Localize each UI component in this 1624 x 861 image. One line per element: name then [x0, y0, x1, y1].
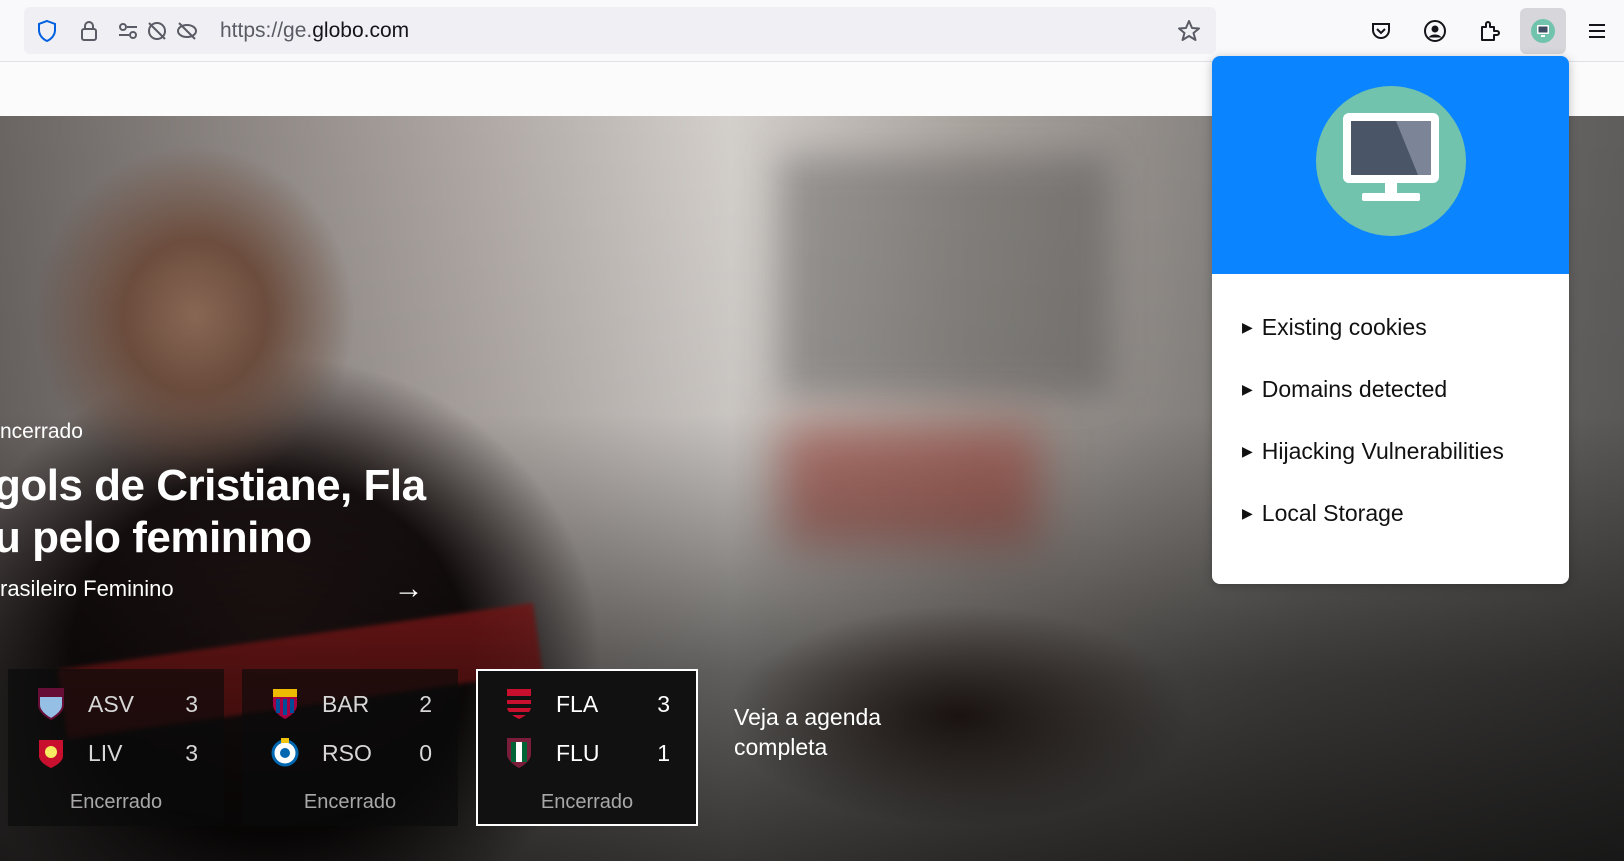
match-status: Encerrado [303, 791, 397, 813]
team-score: 1 [657, 739, 670, 766]
team-row-away: LIV 3 [8, 733, 224, 773]
team-abbr: FLU [556, 739, 600, 766]
team-row-home: FLA 3 [478, 684, 696, 724]
flamengo-crest-icon [504, 687, 534, 721]
menu-item-label: Domains detected [1261, 375, 1448, 402]
team-abbr: LIV [88, 739, 123, 766]
team-abbr: ASV [88, 690, 135, 717]
expand-triangle-icon: ▶ [1242, 504, 1253, 521]
hero-status: ncerrado [0, 420, 83, 443]
account-icon[interactable] [1412, 8, 1458, 54]
extensions-icon[interactable] [1466, 8, 1512, 54]
team-score: 3 [185, 739, 198, 766]
real-sociedad-crest-icon [270, 736, 300, 770]
agenda-link[interactable]: Veja a agenda completa [734, 702, 894, 762]
match-status: Encerrado [69, 791, 163, 813]
popup-menu: ▶ Existing cookies ▶ Domains detected ▶ Hij… [1242, 296, 1504, 544]
arrow-right-icon[interactable]: → [394, 574, 424, 604]
match-status: Encerrado [540, 791, 634, 813]
team-abbr: FLA [556, 690, 599, 717]
team-score: 2 [419, 690, 432, 717]
team-row-away: RSO 0 [242, 733, 458, 773]
cookie-extension-icon[interactable] [1520, 8, 1566, 54]
hero-section-label: rasileiro Feminino [0, 576, 174, 601]
hero-headline-line1: gols de Cristiane, Fla [0, 461, 426, 510]
hijacking-vulnerabilities-item[interactable]: ▶ Hijacking Vulnerabilities [1242, 420, 1504, 482]
hero-section[interactable]: rasileiro Feminino → [0, 574, 424, 604]
menu-icon[interactable] [1574, 8, 1620, 54]
team-score: 3 [185, 690, 198, 717]
permissions-icon[interactable] [115, 18, 141, 44]
aston-villa-crest-icon [36, 687, 66, 721]
match-card[interactable]: BAR 2 RSO 0 Encerrado [242, 669, 458, 826]
menu-item-label: Existing cookies [1261, 313, 1427, 340]
hero-headline-line2: u pelo feminino [0, 513, 312, 562]
expand-triangle-icon: ▶ [1242, 318, 1253, 335]
local-storage-item[interactable]: ▶ Local Storage [1242, 482, 1504, 544]
team-row-home: BAR 2 [242, 684, 458, 724]
tracking-blocked-icon[interactable] [174, 18, 200, 44]
barcelona-crest-icon [270, 687, 300, 721]
match-card[interactable]: ASV 3 LIV 3 Encerrado [8, 669, 224, 826]
url-domain: globo.com [312, 19, 410, 42]
location-blocked-icon[interactable] [144, 18, 170, 44]
url-bar[interactable]: https://ge.globo.com [24, 7, 1216, 54]
team-row-away: FLU 1 [478, 733, 696, 773]
existing-cookies-item[interactable]: ▶ Existing cookies [1242, 296, 1504, 358]
browser-toolbar: https://ge.globo.com [0, 0, 1624, 62]
domains-detected-item[interactable]: ▶ Domains detected [1242, 358, 1504, 420]
pocket-icon[interactable] [1358, 8, 1404, 54]
extension-popup: ▶ Existing cookies ▶ Domains detected ▶ Hij… [1212, 56, 1569, 584]
team-abbr: BAR [322, 690, 370, 717]
url-text[interactable]: https://ge.globo.com [220, 18, 409, 44]
hero-headline[interactable]: gols de Cristiane, Fla u pelo feminino [0, 460, 464, 564]
liverpool-crest-icon [36, 736, 66, 770]
bookmark-star-icon[interactable] [1176, 18, 1202, 44]
team-score: 3 [657, 690, 670, 717]
fluminense-crest-icon [504, 736, 534, 770]
menu-item-label: Hijacking Vulnerabilities [1261, 437, 1504, 464]
team-abbr: RSO [322, 739, 372, 766]
expand-triangle-icon: ▶ [1242, 380, 1253, 397]
team-row-home: ASV 3 [8, 684, 224, 724]
team-score: 0 [419, 739, 432, 766]
lock-icon[interactable] [76, 18, 102, 44]
popup-header [1212, 56, 1569, 274]
url-prefix: https://ge. [220, 19, 313, 42]
menu-item-label: Local Storage [1261, 499, 1404, 526]
monitor-logo-icon [1316, 86, 1466, 236]
match-card-selected[interactable]: FLA 3 FLU 1 Encerrado [476, 669, 698, 826]
expand-triangle-icon: ▶ [1242, 442, 1253, 459]
shield-icon[interactable] [34, 18, 60, 44]
